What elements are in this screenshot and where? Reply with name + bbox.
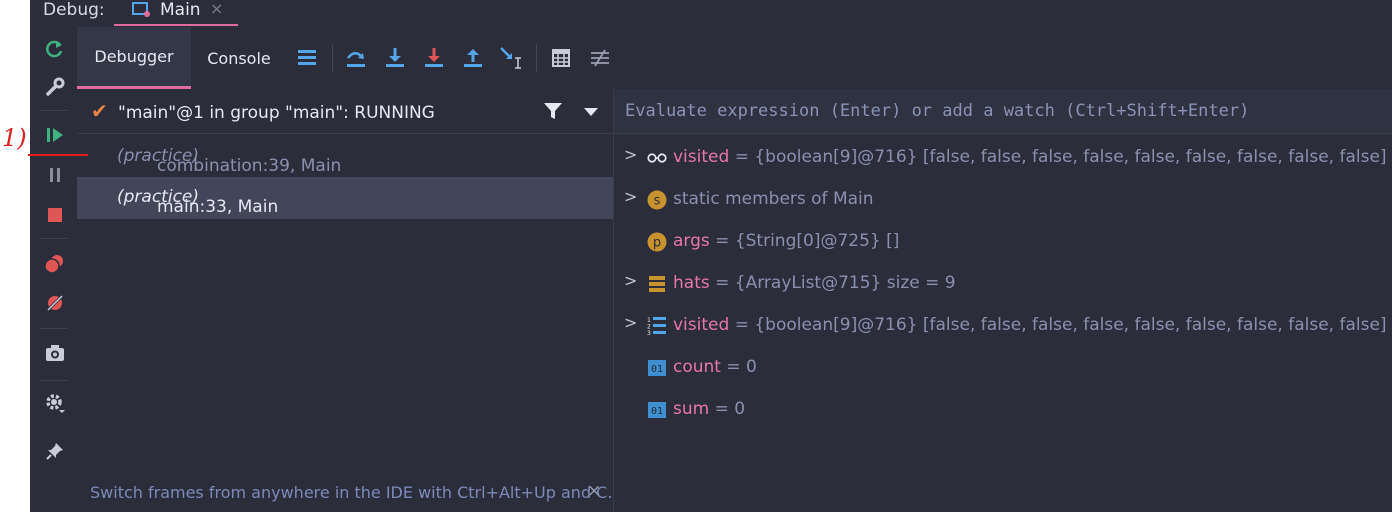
close-tab-icon[interactable]: × [210,0,223,18]
chevron-down-icon[interactable] [584,108,598,116]
watch-glasses-icon [647,148,667,168]
field-stack-icon [647,274,667,294]
variable-row-hats[interactable]: > hats = {ArrayList@715} size = 9 [614,262,1392,304]
stop-icon[interactable] [44,204,66,226]
pin-icon[interactable] [44,440,66,462]
debug-tool-window: Debug: Main × Debugger Console ✔ "main"@… [30,0,1392,512]
annotation-text: 1) [2,124,27,152]
frame-method: main:33, Main [157,197,279,217]
filter-icon[interactable] [543,101,563,121]
toolbar-separator [332,44,333,72]
force-step-into-icon[interactable] [422,46,446,70]
rerun-icon[interactable] [44,38,66,60]
toolbar-separator [40,110,68,111]
evaluate-icon[interactable] [549,46,573,70]
variable-row-watch-visited[interactable]: > visited = {boolean[9]@716} [false, fal… [614,136,1392,178]
variable-name: args [673,231,710,251]
frames-panel: ✔ "main"@1 in group "main": RUNNING comb… [77,89,623,512]
variable-row-sum[interactable]: 01 sum = 0 [614,388,1392,430]
variable-row-args[interactable]: p args = {String[0]@725} [] [614,220,1392,262]
toolbar-separator [536,44,537,72]
settings-icon[interactable] [44,392,66,414]
run-config-tab-label: Main [160,0,201,20]
view-breakpoints-icon[interactable] [44,253,66,275]
svg-text:3: 3 [647,330,651,336]
stack-frame-selected[interactable]: main:33, Main (practice) [77,177,613,219]
resume-icon[interactable] [44,124,66,146]
variable-name: count [673,357,721,377]
variable-value: = {boolean[9]@716} [false, false, false,… [734,147,1387,167]
svg-text:01: 01 [651,406,663,417]
step-into-icon[interactable] [383,46,407,70]
chevron-right-icon[interactable]: > [624,313,637,332]
primitive-badge-icon: 01 [647,358,667,378]
variable-row-visited[interactable]: > 123 visited = {boolean[9]@716} [false,… [614,304,1392,346]
variable-value: = {ArrayList@715} size = 9 [715,273,956,293]
variables-panel: Evaluate expression (Enter) or add a wat… [614,89,1392,512]
variable-name: visited [673,147,730,167]
debug-label: Debug: [43,0,105,20]
application-icon [132,2,150,17]
chevron-right-icon[interactable]: > [624,187,637,206]
variable-value: = {String[0]@725} [] [715,231,900,251]
chevron-right-icon[interactable]: > [624,145,637,164]
close-hint-icon[interactable]: × [587,481,601,501]
variable-name: visited [673,315,730,335]
step-out-icon[interactable] [461,46,485,70]
evaluate-expression-input[interactable]: Evaluate expression (Enter) or add a wat… [614,89,1392,134]
pause-icon[interactable] [44,164,66,186]
debug-title-bar: Debug: Main × [30,0,1392,26]
frames-hint: Switch frames from anywhere in the IDE w… [90,483,623,502]
variable-row-static-members[interactable]: > s static members of Main [614,178,1392,220]
camera-icon[interactable] [44,342,66,364]
variable-value: = 0 [726,357,757,377]
variable-name: sum [673,399,710,419]
array-list-icon: 123 [647,316,667,336]
svg-text:p: p [653,236,661,251]
tab-console[interactable]: Console [191,27,287,89]
variable-name: hats [673,273,710,293]
tab-debugger[interactable]: Debugger [77,27,191,89]
trace-icon[interactable] [588,46,612,70]
stack-frame[interactable]: combination:39, Main (practice) [77,136,613,178]
checkmark-icon: ✔ [91,99,108,123]
chevron-right-icon[interactable]: > [624,271,637,290]
toolbar-separator [40,238,68,239]
toolbar-separator [40,380,68,381]
list-icon[interactable] [295,46,319,70]
svg-text:01: 01 [651,364,663,375]
variable-row-count[interactable]: 01 count = 0 [614,346,1392,388]
mute-breakpoints-icon[interactable] [44,292,66,314]
run-to-cursor-icon[interactable] [499,46,523,70]
left-debug-toolbar [30,24,77,512]
toolbar-separator [40,328,68,329]
run-config-tab-main[interactable]: Main × [114,0,238,26]
variable-name: static members of Main [673,189,874,209]
frame-method: combination:39, Main [157,156,342,176]
variable-value: = {boolean[9]@716} [false, false, false,… [734,315,1387,335]
static-badge-icon: s [647,190,667,210]
debugger-toolbar: Debugger Console [77,27,1392,89]
thread-selector[interactable]: ✔ "main"@1 in group "main": RUNNING [77,89,613,134]
svg-text:s: s [654,194,661,209]
evaluate-placeholder: Evaluate expression (Enter) or add a wat… [625,101,1250,121]
primitive-badge-icon: 01 [647,400,667,420]
current-thread-label: "main"@1 in group "main": RUNNING [118,103,435,123]
step-over-icon[interactable] [344,46,368,70]
wrench-icon[interactable] [44,76,66,98]
variable-value: = 0 [714,399,746,419]
parameter-badge-icon: p [647,232,667,252]
